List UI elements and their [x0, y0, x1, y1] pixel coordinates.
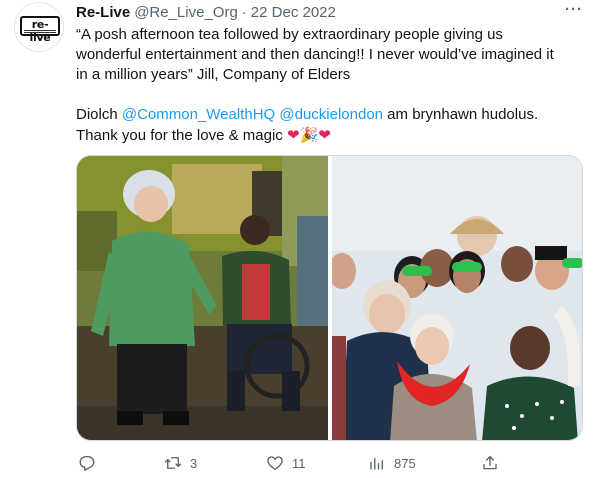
tweet-text-line: wonderful entertainment and then dancing…	[76, 46, 554, 63]
heart-icon	[267, 456, 283, 471]
reply-icon	[79, 455, 95, 471]
retweet-icon	[164, 457, 182, 469]
retweet-button[interactable]: 3	[164, 452, 197, 474]
photo-group[interactable]	[332, 156, 582, 440]
mention-link[interactable]: @Common_WealthHQ	[122, 106, 275, 123]
tweet-text: “A posh afternoon tea followed by extrao…	[76, 25, 576, 146]
retweet-count: 3	[190, 455, 198, 471]
author-handle[interactable]: @Re_Live_Org	[134, 4, 238, 21]
share-icon	[483, 455, 497, 470]
more-dots-icon[interactable]: ···	[564, 2, 584, 20]
separator: ·	[241, 3, 247, 21]
avatar[interactable]: re-live	[14, 2, 64, 52]
tweet-header: Re-Live @Re_Live_Org · 22 Dec 2022	[76, 2, 336, 22]
party-popper-emoji: 🎉	[299, 126, 319, 144]
views-icon	[370, 457, 383, 470]
photo-dancing[interactable]	[77, 156, 328, 440]
tweet[interactable]: re-live Re-Live @Re_Live_Org · 22 Dec 20…	[0, 0, 594, 478]
reply-button[interactable]	[78, 452, 96, 474]
like-button[interactable]: 11	[266, 452, 306, 474]
views-button[interactable]: 875	[368, 452, 416, 474]
author-name[interactable]: Re-Live	[76, 4, 130, 21]
tweet-date[interactable]: 22 Dec 2022	[251, 4, 336, 21]
heart-emoji: ❤	[286, 126, 300, 144]
tweet-text-line: in a million years” Jill, Company of Eld…	[76, 66, 351, 83]
photo-dancing-image	[77, 156, 328, 440]
heart-emoji: ❤	[318, 126, 331, 144]
tweet-text-line: Diolch @Common_WealthHQ @duckielondon am…	[76, 106, 539, 123]
tweet-text-line: “A posh afternoon tea followed by extrao…	[76, 26, 503, 43]
tweet-media[interactable]	[76, 155, 583, 441]
views-count: 875	[394, 455, 416, 471]
like-count: 11	[292, 455, 306, 471]
tweet-text-line: Thank you for the love & magic ❤🎉❤	[76, 126, 331, 144]
share-button[interactable]	[481, 452, 499, 474]
tweet-actions: 3 11 875	[76, 452, 506, 474]
mention-link[interactable]: @duckielondon	[279, 106, 383, 123]
photo-group-image	[332, 156, 582, 440]
relive-logo: re-live	[20, 16, 60, 44]
